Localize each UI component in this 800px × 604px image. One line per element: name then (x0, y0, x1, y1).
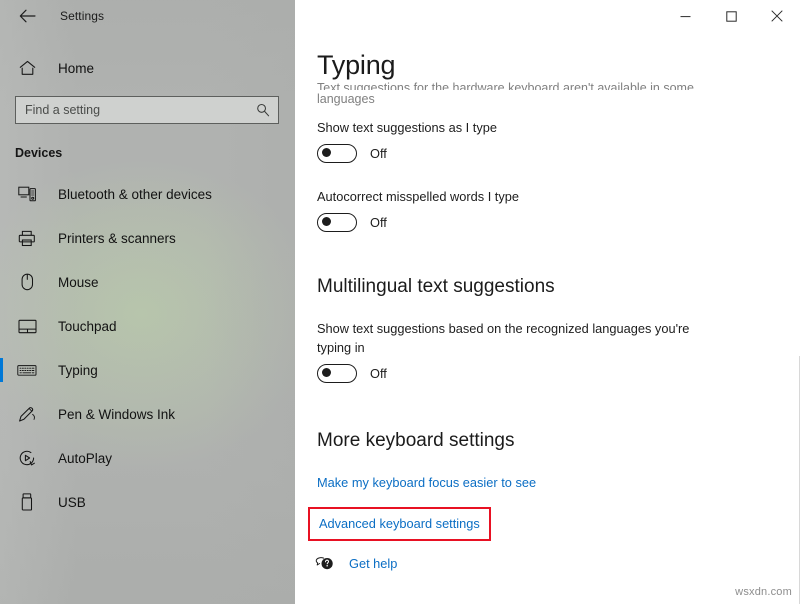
autocorrect-toggle[interactable] (317, 213, 357, 232)
link-advanced-keyboard-settings[interactable]: Advanced keyboard settings (319, 514, 480, 533)
help-bubble-icon (315, 555, 335, 573)
link-row-advanced-keyboard: Advanced keyboard settings (308, 507, 737, 541)
setting-multilingual-row: Off (317, 364, 737, 383)
setting-autocorrect-row: Off (317, 213, 737, 232)
close-icon[interactable] (754, 0, 800, 32)
printer-icon (15, 227, 39, 249)
search-box[interactable] (15, 96, 279, 124)
autocorrect-state: Off (370, 215, 387, 230)
back-arrow-icon[interactable] (14, 3, 40, 29)
link-make-keyboard-focus-easier[interactable]: Make my keyboard focus easier to see (317, 473, 536, 492)
main-content-pane: Text suggestions for the hardware keyboa… (295, 0, 800, 604)
autoplay-icon (15, 447, 39, 469)
search-icon[interactable] (256, 103, 270, 117)
sidebar-item-bluetooth-other-devices[interactable]: Bluetooth & other devices (0, 172, 295, 216)
sidebar-group-header: Devices (15, 146, 63, 160)
sidebar-item-home-label: Home (58, 60, 95, 76)
sidebar-item-touchpad-label: Touchpad (58, 318, 117, 334)
sidebar-item-mouse[interactable]: Mouse (0, 260, 295, 304)
sidebar-item-printers-scanners[interactable]: Printers & scanners (0, 216, 295, 260)
watermark: wsxdn.com (735, 586, 792, 598)
settings-content: Show text suggestions as I type Off Auto… (308, 118, 737, 556)
sidebar-item-typing[interactable]: Typing (0, 348, 295, 392)
setting-show-text-suggestions-row: Off (317, 144, 737, 163)
window-controls (662, 0, 800, 32)
toggle-knob (322, 368, 331, 377)
setting-show-text-suggestions: Show text suggestions as I type Off (317, 118, 737, 163)
toggle-knob (322, 148, 331, 157)
setting-multilingual-suggestions-label: Show text suggestions based on the recog… (317, 319, 737, 357)
sidebar-item-autoplay[interactable]: AutoPlay (0, 436, 295, 480)
settings-window: Settings Home Find a setting Devices Blu… (0, 0, 800, 604)
home-icon (14, 57, 40, 79)
advanced-keyboard-settings-highlight: Advanced keyboard settings (308, 507, 491, 541)
sidebar-item-pen-windows-ink[interactable]: Pen & Windows Ink (0, 392, 295, 436)
sidebar-item-usb-label: USB (58, 494, 86, 510)
sidebar-item-bluetooth-other-devices-label: Bluetooth & other devices (58, 186, 212, 202)
maximize-icon[interactable] (708, 0, 754, 32)
multilingual-suggestions-state: Off (370, 366, 387, 381)
scrolled-off-note-line2: languages (317, 92, 375, 106)
mouse-icon (15, 271, 39, 293)
multilingual-label-line1: Show text suggestions based on the recog… (317, 321, 690, 336)
keyboard-icon (15, 359, 39, 381)
show-text-suggestions-state: Off (370, 146, 387, 161)
search-input[interactable] (16, 97, 278, 123)
multilingual-label-line2: typing in (317, 340, 365, 355)
sidebar-titlebar: Settings (0, 0, 295, 32)
setting-autocorrect: Autocorrect misspelled words I type Off (317, 187, 737, 232)
minimize-icon[interactable] (662, 0, 708, 32)
page-title: Typing (317, 48, 402, 82)
multilingual-section-heading: Multilingual text suggestions (317, 276, 555, 297)
sidebar-item-touchpad[interactable]: Touchpad (0, 304, 295, 348)
navigation-sidebar: Settings Home Find a setting Devices Blu… (0, 0, 295, 604)
app-title: Settings (60, 9, 105, 23)
toggle-knob (322, 217, 331, 226)
more-keyboard-settings-heading: More keyboard settings (317, 430, 515, 451)
get-help-row[interactable]: Get help (315, 554, 397, 573)
sidebar-item-home[interactable]: Home (0, 50, 295, 86)
sidebar-item-autoplay-label: AutoPlay (58, 450, 113, 466)
sidebar-item-printers-scanners-label: Printers & scanners (58, 230, 176, 246)
selection-indicator (0, 358, 3, 382)
touchpad-icon (15, 315, 39, 337)
bluetooth-devices-icon (15, 183, 39, 205)
sidebar-nav-list: Bluetooth & other devices Printers & sca… (0, 172, 295, 524)
multilingual-suggestions-toggle[interactable] (317, 364, 357, 383)
sidebar-item-usb[interactable]: USB (0, 480, 295, 524)
search-area (0, 86, 295, 124)
scrolled-off-note: Text suggestions for the hardware keyboa… (317, 79, 737, 109)
usb-icon (15, 491, 39, 513)
sidebar-item-pen-windows-ink-label: Pen & Windows Ink (58, 406, 176, 422)
setting-autocorrect-label: Autocorrect misspelled words I type (317, 189, 519, 204)
sidebar-item-mouse-label: Mouse (58, 274, 99, 290)
setting-show-text-suggestions-label: Show text suggestions as I type (317, 120, 497, 135)
sidebar-item-typing-label: Typing (58, 362, 98, 378)
pen-icon (15, 403, 39, 425)
link-row-keyboard-focus: Make my keyboard focus easier to see (317, 473, 737, 492)
get-help-link[interactable]: Get help (349, 554, 397, 573)
show-text-suggestions-toggle[interactable] (317, 144, 357, 163)
setting-multilingual-suggestions: Show text suggestions based on the recog… (317, 319, 737, 383)
